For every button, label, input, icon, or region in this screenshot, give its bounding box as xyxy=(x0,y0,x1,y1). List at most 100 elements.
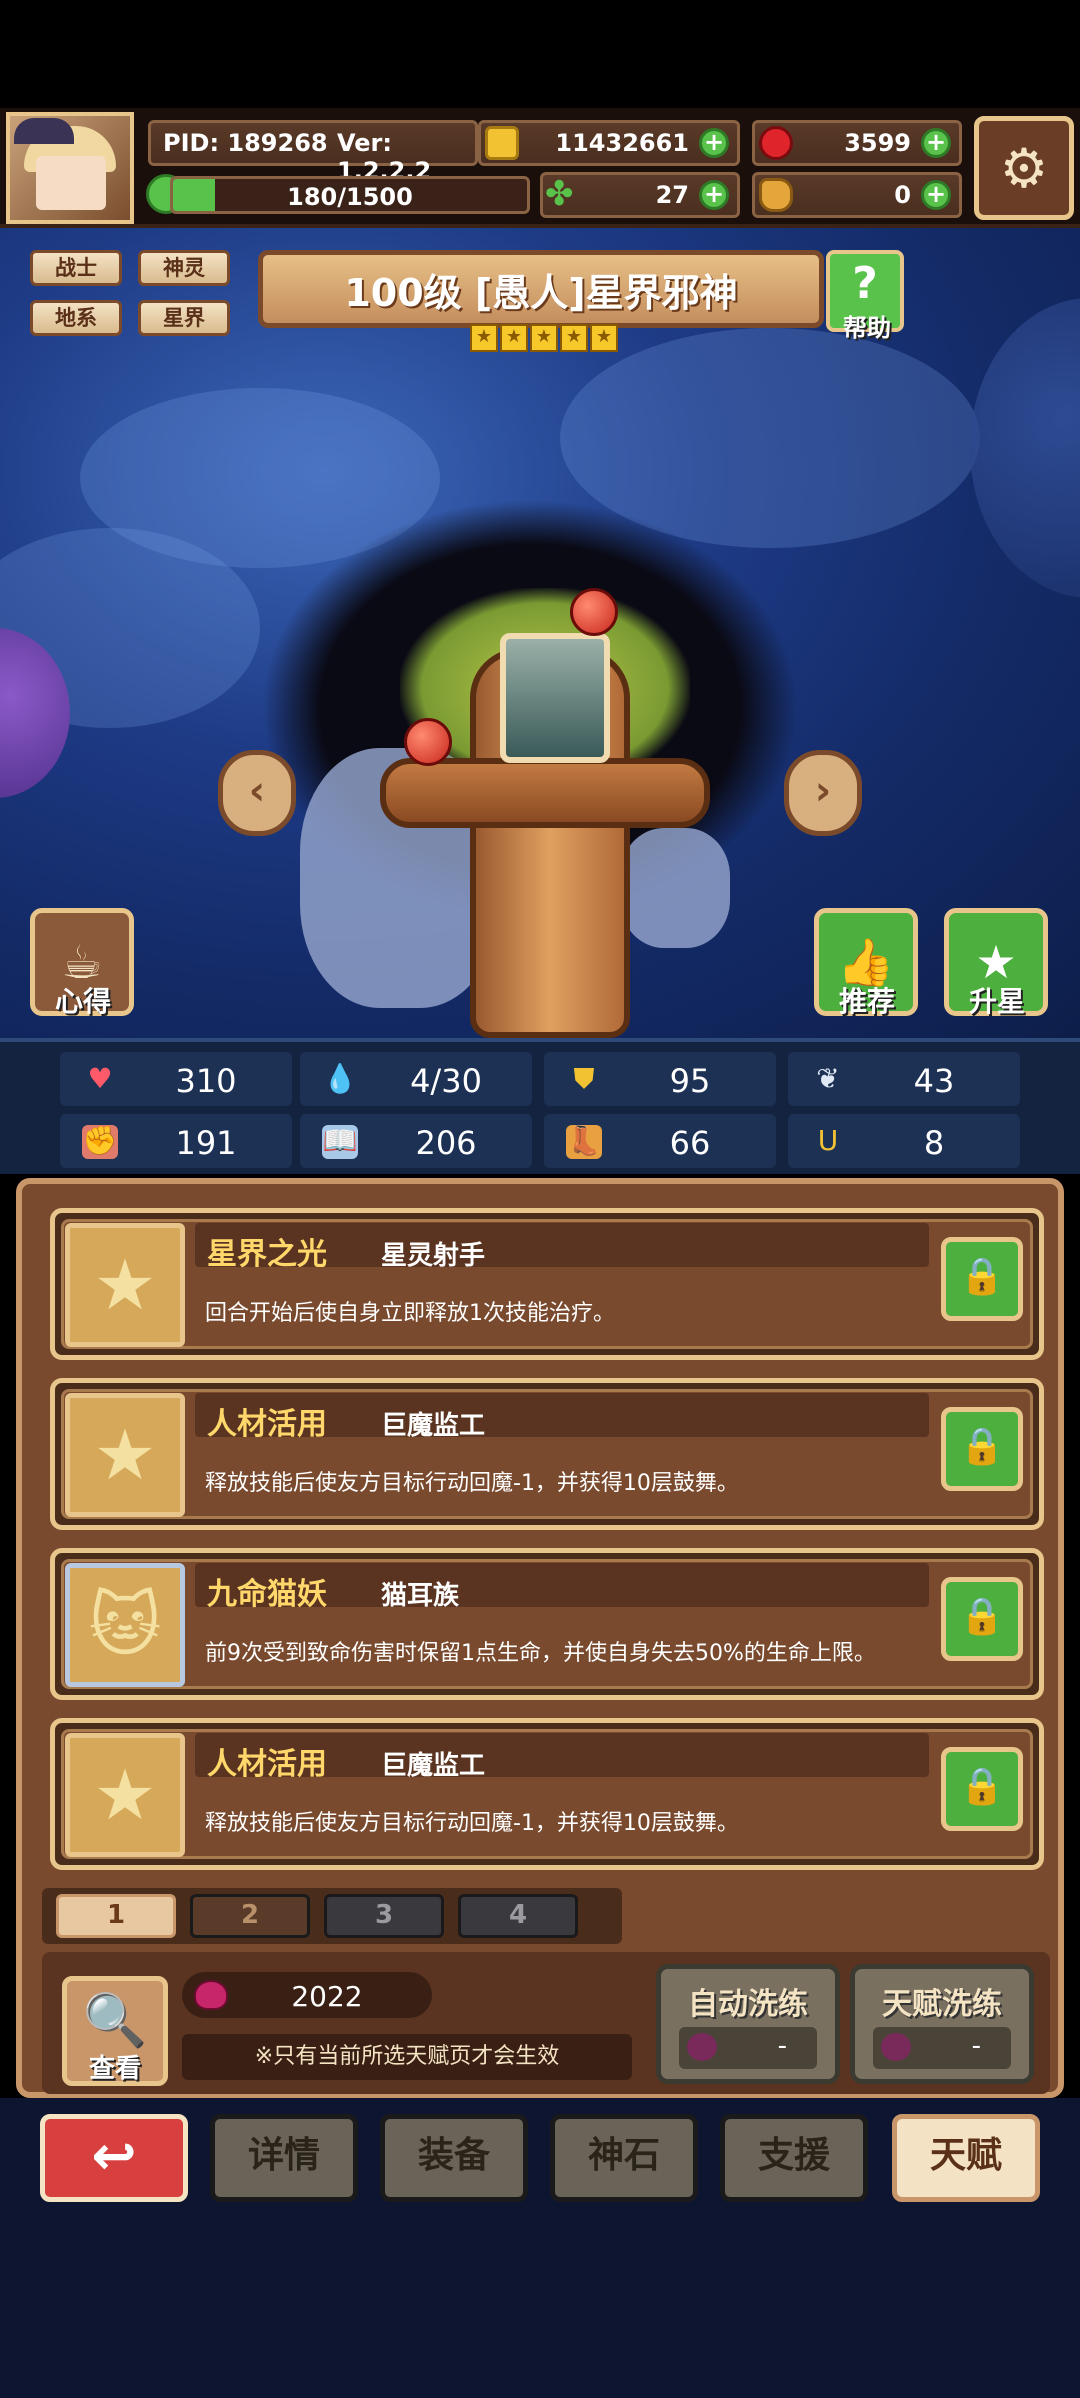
stat-agility: 👢 66 xyxy=(544,1114,776,1168)
stat-value: 66 xyxy=(669,1124,711,1162)
rock xyxy=(620,828,730,948)
cost-value: - xyxy=(971,2031,981,2061)
stamina-value: 180/1500 xyxy=(287,183,413,211)
stat-value: 310 xyxy=(175,1062,237,1100)
fruit-count: 2022 xyxy=(291,1980,363,2013)
talent-name: 九命猫妖 xyxy=(207,1577,327,1612)
chevron-left-icon: ‹ xyxy=(248,768,266,814)
bag-bar: 0 + xyxy=(752,172,962,218)
red-orb xyxy=(570,588,618,636)
lock-talent-button[interactable]: 🔒 xyxy=(941,1407,1023,1491)
auto-reroll-label: 自动洗练 xyxy=(688,1987,808,2022)
status-bar-area xyxy=(0,0,1080,108)
talent-name: 星界之光 xyxy=(207,1237,327,1272)
hero-mask xyxy=(500,633,610,763)
red-orb xyxy=(404,718,452,766)
horseshoe-icon: Ս xyxy=(817,1124,839,1157)
reroll-cost: - xyxy=(679,2027,817,2069)
lock-talent-button[interactable]: 🔒 xyxy=(941,1237,1023,1321)
talent-page-4[interactable]: 4 xyxy=(458,1894,578,1938)
next-hero-button[interactable]: › xyxy=(784,750,862,836)
class-tag-warrior: 战士 xyxy=(30,250,122,286)
star-icon: ★ xyxy=(470,324,498,352)
wing-icon: ❦ xyxy=(816,1062,840,1095)
talent-source: 巨魔监工 xyxy=(381,1411,486,1441)
talent-slot-1[interactable]: ★ 星界之光 星灵射手 回合开始后使自身立即释放1次技能治疗。 🔒 xyxy=(50,1208,1044,1360)
back-button[interactable]: ↩ xyxy=(40,2114,188,2202)
faction-tag-astral: 星界 xyxy=(138,300,230,336)
nav-talent[interactable]: 天赋 xyxy=(892,2114,1040,2202)
talent-page-2[interactable]: 2 xyxy=(190,1894,310,1938)
talent-fruit-counter: 2022 xyxy=(182,1972,432,2018)
stat-magic: 📖 206 xyxy=(300,1114,532,1168)
nav-details[interactable]: 详情 xyxy=(210,2114,358,2202)
lock-icon: 🔒 xyxy=(959,1426,1005,1467)
cat-talent-icon: 🐱 xyxy=(65,1563,185,1687)
gold-bar: 11432661 + xyxy=(478,120,740,166)
talent-page-1[interactable]: 1 xyxy=(56,1894,176,1938)
view-label: 查看 xyxy=(88,2054,141,2084)
add-gem-button[interactable]: + xyxy=(921,128,951,158)
lock-talent-button[interactable]: 🔒 xyxy=(941,1747,1023,1831)
add-gold-button[interactable]: + xyxy=(699,128,729,158)
shield-icon: ⛊ xyxy=(573,1062,595,1095)
insight-label: 心得 xyxy=(54,985,111,1018)
lock-talent-button[interactable]: 🔒 xyxy=(941,1577,1023,1661)
star-icon: ★ xyxy=(590,324,618,352)
stat-mana: 💧 4/30 xyxy=(300,1052,532,1106)
stat-defense: ⛊ 95 xyxy=(544,1052,776,1106)
gem-bar: 3599 + xyxy=(752,120,962,166)
nav-support[interactable]: 支援 xyxy=(720,2114,868,2202)
gold-amount: 11432661 xyxy=(555,129,689,157)
fruit-icon xyxy=(194,1980,228,2010)
star-talent-icon: ★ xyxy=(65,1223,185,1347)
hero-arm xyxy=(380,758,710,828)
talent-slot-4[interactable]: ★ 人材活用 巨魔监工 释放技能后使友方目标行动回魔-1，并获得10层鼓舞。 🔒 xyxy=(50,1718,1044,1870)
stat-value: 206 xyxy=(415,1124,477,1162)
star-rating: ★ ★ ★ ★ ★ xyxy=(470,324,618,352)
talent-slot-2[interactable]: ★ 人材活用 巨魔监工 释放技能后使友方目标行动回魔-1，并获得10层鼓舞。 🔒 xyxy=(50,1378,1044,1530)
star-icon: ★ xyxy=(530,324,558,352)
upgrade-star-label: 升星 xyxy=(968,985,1025,1018)
add-clover-button[interactable]: + xyxy=(699,180,729,210)
player-id: PID: 189268 xyxy=(163,129,328,157)
player-avatar[interactable] xyxy=(6,112,134,224)
stat-luck: Ս 8 xyxy=(788,1114,1020,1168)
stat-value: 4/30 xyxy=(410,1062,482,1100)
resource-header: PID: 189268 Ver: 1.2.2.2 11432661 + 3599… xyxy=(0,108,1080,228)
avatar-face xyxy=(36,156,106,210)
talent-description: 前9次受到致命伤害时保留1点生命，并使自身失去50%的生命上限。 xyxy=(205,1641,876,1666)
talent-page-tabs: 1 2 3 4 xyxy=(42,1888,622,1944)
gem-amount: 3599 xyxy=(844,129,911,157)
book-icon: 📖 xyxy=(322,1124,358,1159)
stat-value: 8 xyxy=(923,1124,945,1162)
recommend-label: 推荐 xyxy=(838,985,895,1018)
star-talent-icon: ★ xyxy=(65,1393,185,1517)
talent-page-3[interactable]: 3 xyxy=(324,1894,444,1938)
stat-value: 43 xyxy=(913,1062,955,1100)
hero-title: 100级 [愚人]星界邪神 xyxy=(344,270,738,315)
lock-icon: 🔒 xyxy=(959,1766,1005,1807)
auto-reroll-button[interactable]: 自动洗练 - xyxy=(656,1964,840,2084)
fruit-icon xyxy=(881,2033,911,2061)
settings-button[interactable]: ⚙ xyxy=(974,116,1074,220)
bottom-navigation: ↩ 详情 装备 神石 支援 天赋 xyxy=(0,2098,1080,2398)
hero-stats: ♥ 310 💧 4/30 ⛊ 95 ❦ 43 ✊ 191 📖 206 👢 66 … xyxy=(0,1038,1080,1174)
nav-godstone[interactable]: 神石 xyxy=(550,2114,698,2202)
add-bag-button[interactable]: + xyxy=(921,180,951,210)
hero-title-banner: 100级 [愚人]星界邪神 xyxy=(258,250,824,328)
talent-slot-3[interactable]: 🐱 九命猫妖 猫耳族 前9次受到致命伤害时保留1点生命，并使自身失去50%的生命… xyxy=(50,1548,1044,1700)
stat-hp: ♥ 310 xyxy=(60,1052,292,1106)
hero-scene: 战士 神灵 地系 星界 100级 [愚人]星界邪神 ★ ★ ★ ★ ★ ? 帮助 ‹ ›… xyxy=(0,228,1080,1038)
red-gem-icon xyxy=(759,126,793,160)
nav-equipment[interactable]: 装备 xyxy=(380,2114,528,2202)
talent-description: 回合开始后使自身立即释放1次技能治疗。 xyxy=(205,1301,615,1326)
fist-icon: ✊ xyxy=(82,1124,118,1159)
talent-name: 人材活用 xyxy=(207,1747,327,1782)
talent-source: 星灵射手 xyxy=(381,1241,486,1271)
stat-value: 95 xyxy=(669,1062,711,1100)
previous-hero-button[interactable]: ‹ xyxy=(218,750,296,836)
heart-icon: ♥ xyxy=(87,1062,113,1095)
talent-reroll-button[interactable]: 天赋洗练 - xyxy=(850,1964,1034,2084)
talent-reroll-label: 天赋洗练 xyxy=(882,1987,1002,2022)
